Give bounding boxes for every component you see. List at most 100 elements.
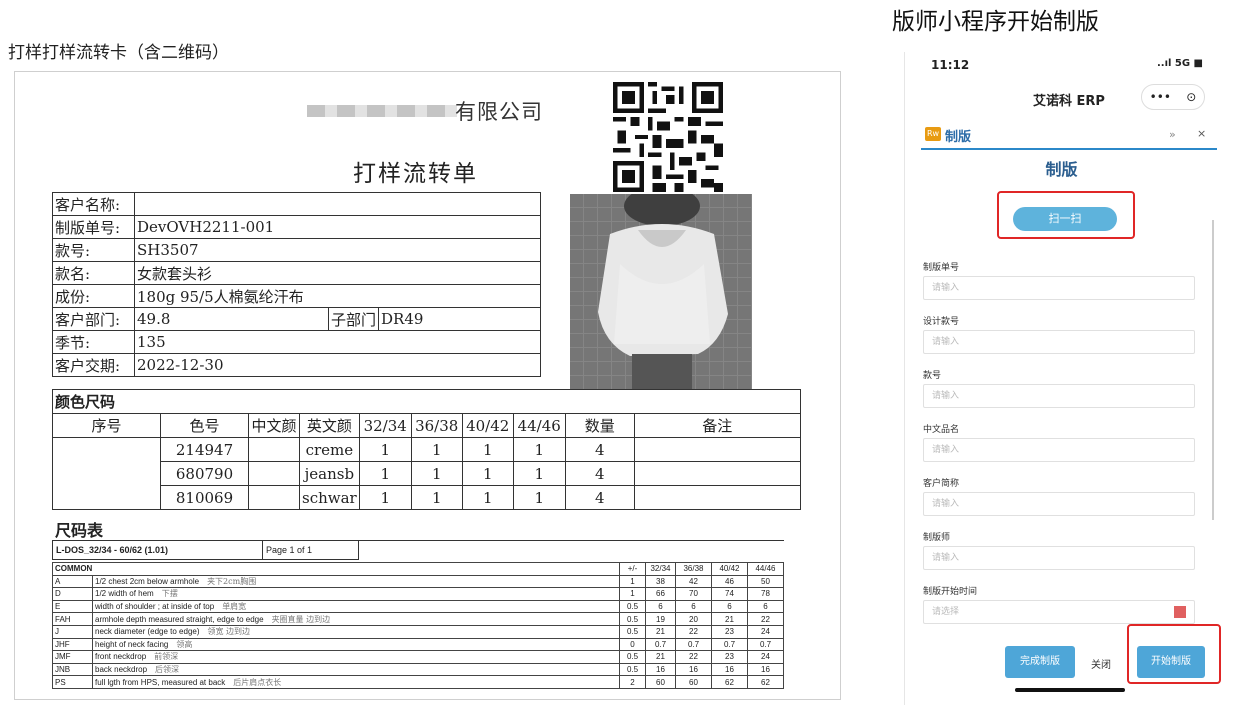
field-placeholder: 请输入	[932, 391, 960, 401]
cell	[248, 461, 300, 486]
size-value-cell: 0.5	[619, 662, 646, 677]
size-desc: full lgth from HPS, measured at back	[95, 677, 226, 687]
color-row: 214947 creme 1 11 14	[52, 437, 801, 510]
info-value: 49.8	[134, 307, 329, 331]
cell: creme	[299, 437, 360, 462]
size-section-title: 尺码表	[55, 521, 104, 540]
close-icon[interactable]: ×	[1197, 127, 1206, 140]
info-label: 客户部门:	[52, 307, 135, 331]
cell: 4	[564, 437, 635, 462]
cell	[633, 437, 801, 462]
size-value-cell: 42	[675, 574, 712, 589]
size-desc-cn: 夹下2cm胸围	[207, 576, 257, 586]
field-input[interactable]: 请输入	[923, 384, 1195, 408]
size-desc: armhole depth measured straight, edge to…	[95, 614, 264, 624]
size-value-cell: 23	[711, 624, 748, 639]
color-row: 810069 schwar 1 11 14	[53, 485, 801, 510]
size-chart: L-DOS_32/34 - 60/62 (1.01) Page 1 of 1 C…	[52, 540, 784, 689]
col-header: 数量	[564, 413, 635, 438]
size-value-cell: 22	[675, 624, 712, 639]
col-header: 32/34	[645, 562, 676, 576]
size-desc-cn: 领宽 边到边	[207, 627, 251, 637]
size-desc-cell: width of shoulder ; at inside of top 单肩宽	[92, 599, 620, 614]
info-value: 女款套头衫	[133, 261, 542, 285]
field-input[interactable]: 请输入	[923, 438, 1195, 462]
size-value-cell: 46	[711, 574, 748, 589]
start-button[interactable]: 开始制版	[1137, 646, 1205, 678]
field-label: 客户简称	[923, 479, 960, 489]
tab-zhiban[interactable]: 制版	[945, 126, 971, 145]
info-label: 款号:	[52, 238, 135, 262]
size-value-cell: 74	[711, 587, 748, 601]
info-table: 客户名称: 制版单号: DevOVH2211-001 款号: SH3507 款名: 女…	[52, 192, 542, 377]
field-input[interactable]: 请输入	[923, 330, 1195, 354]
size-desc-cell: front neckdrop 前领深	[92, 650, 620, 664]
scan-button[interactable]: 扫一扫	[1013, 207, 1117, 231]
left-title: 打样打样流转卡（含二维码）	[8, 43, 229, 63]
size-desc: 1/2 width of hem	[95, 589, 154, 599]
close-capsule-icon[interactable]: ⊙	[1186, 90, 1196, 104]
capsule-menu[interactable]: ••• ⊙	[1141, 84, 1205, 110]
company-suffix: 有限公司	[455, 100, 543, 124]
field-input[interactable]: 请输入	[923, 546, 1195, 570]
size-value-cell: 0.7	[675, 637, 712, 652]
field-placeholder: 请输入	[932, 499, 960, 509]
size-value-cell: 6	[645, 599, 676, 614]
qr-code-icon	[613, 82, 723, 192]
size-value-cell: 1	[619, 587, 646, 601]
field-input[interactable]: 请输入	[923, 276, 1195, 300]
size-desc-cn: 前领深	[154, 652, 179, 662]
scrollbar[interactable]	[1212, 220, 1214, 520]
size-desc-cell: 1/2 chest 2cm below armhole 夹下2cm胸围	[92, 574, 620, 589]
cell	[52, 437, 161, 510]
field-placeholder: 请输入	[932, 445, 960, 455]
right-title: 版师小程序开始制版	[892, 9, 1099, 35]
size-desc-cell: 1/2 width of hem 下摆	[92, 587, 620, 601]
size-desc-cell: full lgth from HPS, measured at back 后片肩点…	[92, 675, 620, 689]
size-value-cell: 0.7	[747, 637, 784, 652]
cell: 214947	[160, 437, 249, 462]
tab-bar: Rw 制版 » ×	[921, 122, 1217, 150]
field-input[interactable]: 请输入	[923, 492, 1195, 516]
size-value-cell: 60	[645, 675, 676, 689]
size-value-cell: 23	[711, 650, 748, 664]
cell: schwar	[299, 485, 360, 510]
size-row: JHF height of neck facing 领高 0 0.7 0.7 0.7 0.7	[52, 637, 784, 652]
size-desc-cn: 下摆	[161, 589, 178, 599]
size-desc: back neckdrop	[95, 665, 148, 675]
size-code-cell: JMF	[52, 650, 93, 664]
field-label: 设计款号	[923, 317, 960, 327]
cell: 1	[512, 461, 566, 486]
size-value-cell: 21	[711, 612, 748, 626]
size-table: COMMON +/- 32/34 36/38 40/42 44/46 A 1/2 …	[52, 562, 784, 689]
more-icon[interactable]: •••	[1150, 90, 1171, 104]
size-desc: 1/2 chest 2cm below armhole	[95, 576, 200, 586]
size-value-cell: 21	[645, 624, 676, 639]
size-code-cell: JHF	[52, 637, 93, 652]
size-row: FAH armhole depth measured straight, edge…	[52, 612, 784, 626]
size-value-cell: 2	[619, 675, 646, 689]
close-button[interactable]: 关闭	[1091, 656, 1111, 671]
col-header: 40/42	[711, 562, 748, 576]
info-label: 款名:	[52, 261, 135, 285]
size-value-cell: 60	[675, 675, 712, 689]
field-label: 制版开始时间	[923, 587, 978, 597]
size-value-cell: 1	[619, 574, 646, 589]
size-value-cell: 16	[747, 662, 784, 677]
size-desc: width of shoulder ; at inside of top	[95, 602, 215, 612]
app-logo-icon: Rw	[925, 127, 941, 141]
size-code-cell: PS	[52, 675, 93, 689]
company-name-blur	[307, 105, 457, 117]
field-input[interactable]: 请选择	[923, 600, 1195, 624]
size-value-cell: 62	[711, 675, 748, 689]
col-header: 44/46	[747, 562, 784, 576]
finish-button[interactable]: 完成制版	[1005, 646, 1075, 678]
size-value-cell: 6	[711, 599, 748, 614]
info-value: 180g 95/5人棉氨纶汗布	[133, 284, 542, 308]
calendar-icon[interactable]	[1174, 606, 1186, 618]
cell: 1	[512, 485, 566, 510]
cell	[248, 485, 300, 510]
cell: 1	[410, 485, 463, 510]
cell: jeansb	[299, 461, 360, 486]
double-chevron-icon[interactable]: »	[1169, 128, 1176, 141]
